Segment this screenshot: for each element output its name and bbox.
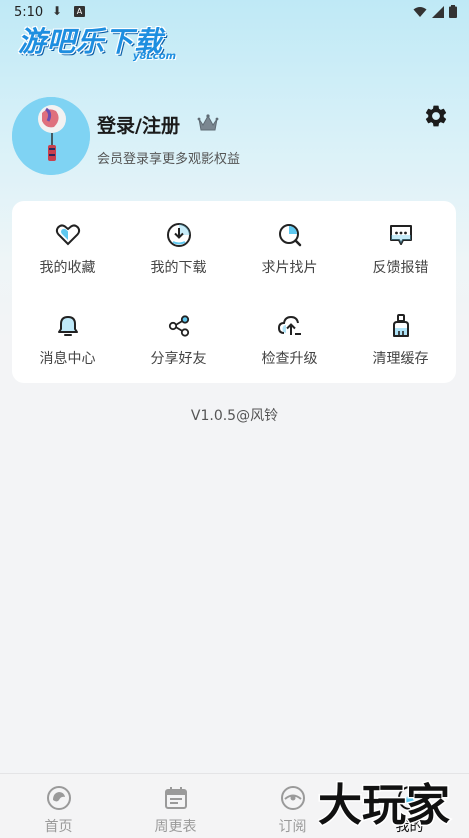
menu-request[interactable]: 求片找片 [234, 201, 345, 291]
version-text: V1.0.5@风铃 [190, 408, 279, 424]
menu-label: 我的下载 [150, 260, 207, 276]
battery-icon [449, 5, 457, 18]
menu-label: 消息中心 [39, 351, 96, 367]
menu-label: 我的收藏 [39, 260, 96, 276]
status-time: 5:10 [14, 5, 44, 20]
bell-icon [57, 316, 78, 336]
tab-label: 我的 [395, 819, 424, 835]
menu-check-update[interactable]: 检查升级 [234, 292, 345, 382]
settings-gear-icon[interactable] [423, 103, 449, 129]
menu-label: 求片找片 [261, 260, 318, 276]
brand-subtitle: y8Lcom [132, 51, 176, 62]
bottom-tab-bar: 首页 周更表 订阅 我的 [0, 773, 469, 838]
tab-label: 首页 [44, 819, 73, 835]
login-register-link[interactable]: 登录/注册 [97, 111, 180, 138]
broom-icon [392, 314, 409, 337]
share-icon [168, 315, 189, 337]
menu-downloads[interactable]: 我的下载 [123, 201, 234, 291]
tab-label: 周更表 [154, 819, 197, 835]
menu-feedback[interactable]: 反馈报错 [345, 201, 456, 291]
menu-label: 清理缓存 [372, 351, 429, 367]
heart-icon [55, 224, 80, 246]
signal-icon [432, 5, 444, 18]
wifi-icon [413, 6, 427, 17]
menu-label: 反馈报错 [372, 260, 429, 276]
status-right [413, 5, 457, 18]
login-subtitle: 会员登录享更多观影权益 [97, 152, 241, 167]
menu-label: 检查升级 [261, 351, 318, 367]
subscribe-icon [280, 786, 305, 810]
feedback-icon [389, 225, 412, 245]
tab-schedule[interactable]: 周更表 [117, 774, 234, 838]
profile-icon [397, 786, 422, 810]
tab-label: 订阅 [278, 819, 307, 835]
menu-card: 我的收藏 我的下载 求片找片 反馈报错 消息中心 分享好友 检查升级 清理缓存 [12, 201, 456, 383]
search-icon [278, 224, 301, 247]
tab-mine[interactable]: 我的 [351, 774, 468, 838]
menu-label: 分享好友 [150, 351, 207, 367]
tab-subscribe[interactable]: 订阅 [234, 774, 351, 838]
crown-icon [197, 114, 219, 131]
menu-messages[interactable]: 消息中心 [12, 292, 123, 382]
brand-logo: 游吧乐下载 y8Lcom [18, 20, 188, 68]
cloud-upgrade-icon [277, 315, 301, 335]
avatar[interactable] [12, 97, 90, 175]
menu-share[interactable]: 分享好友 [123, 292, 234, 382]
download-icon [166, 223, 191, 247]
tab-home[interactable]: 首页 [0, 774, 117, 838]
download-status-icon: ⬇ [52, 4, 63, 18]
a-status-icon: A [74, 6, 85, 17]
avatar-image [12, 97, 90, 175]
menu-clear-cache[interactable]: 清理缓存 [345, 292, 456, 382]
home-icon [46, 786, 71, 810]
menu-favorites[interactable]: 我的收藏 [12, 201, 123, 291]
calendar-icon [164, 787, 187, 809]
